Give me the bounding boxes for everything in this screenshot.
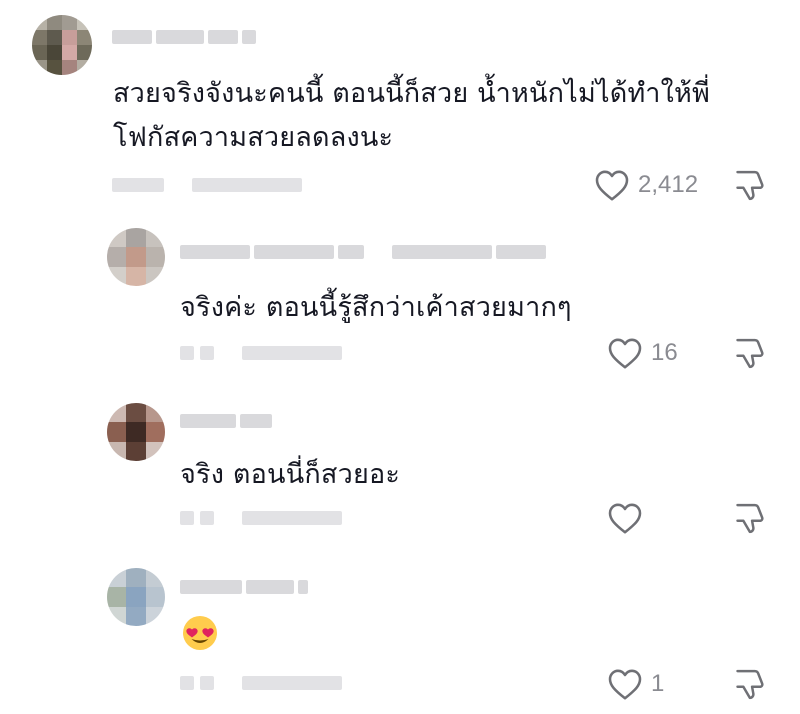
comment-text-line: จริง ตอนนี่ก็สวยอะ — [180, 459, 401, 490]
comment-meta-blurred — [112, 178, 302, 192]
like-count: 16 — [651, 339, 678, 366]
avatar[interactable] — [32, 15, 92, 75]
username-blurred[interactable] — [112, 30, 256, 44]
comment-meta-blurred — [180, 346, 342, 360]
heart-eyes-emoji — [182, 615, 218, 651]
comment-meta-blurred — [180, 511, 342, 525]
comment-meta-blurred — [180, 676, 342, 690]
reply-item: จริงค่ะ ตอนนี้รู้สึกว่าเค้าสวยมากๆ 16 — [0, 215, 800, 380]
avatar[interactable] — [107, 228, 165, 286]
thumbs-down-icon — [736, 170, 764, 201]
comment-text-line: โฟกัสความสวยลดลงนะ — [113, 122, 394, 153]
avatar[interactable] — [107, 568, 165, 626]
like-button[interactable]: 2,412 — [594, 168, 698, 202]
comment-text: สวยจริงจังนะคนนี้ ตอนนี้ก็สวย น้ำหนักไม่… — [113, 72, 710, 160]
comment-text-line: สวยจริงจังนะคนนี้ ตอนนี้ก็สวย น้ำหนักไม่… — [113, 78, 710, 109]
heart-icon — [608, 503, 642, 534]
comment-text: จริงค่ะ ตอนนี้รู้สึกว่าเค้าสวยมากๆ — [180, 286, 572, 330]
like-button[interactable] — [607, 501, 651, 535]
avatar[interactable] — [107, 403, 165, 461]
thumbs-down-icon — [736, 338, 764, 369]
dislike-button[interactable] — [733, 336, 767, 376]
username-blurred[interactable] — [180, 580, 308, 594]
dislike-button[interactable] — [733, 501, 767, 541]
dislike-button[interactable] — [733, 168, 767, 208]
like-button[interactable]: 16 — [607, 336, 678, 370]
thumbs-down-icon — [736, 503, 764, 534]
username-blurred[interactable] — [180, 414, 272, 428]
thumbs-down-icon — [736, 669, 764, 700]
like-button[interactable]: 1 — [607, 667, 664, 701]
like-count: 2,412 — [638, 171, 699, 198]
heart-icon — [608, 338, 642, 369]
reply-item: 1 — [0, 550, 800, 714]
heart-icon — [595, 170, 629, 201]
comment-item: สวยจริงจังนะคนนี้ ตอนนี้ก็สวย น้ำหนักไม่… — [0, 0, 800, 215]
like-count: 1 — [651, 670, 665, 697]
comment-text: จริง ตอนนี่ก็สวยอะ — [180, 453, 400, 497]
username-blurred[interactable] — [180, 245, 546, 259]
reply-item: จริง ตอนนี่ก็สวยอะ — [0, 380, 800, 550]
dislike-button[interactable] — [733, 667, 767, 707]
comment-text-line: จริงค่ะ ตอนนี้รู้สึกว่าเค้าสวยมากๆ — [180, 292, 572, 323]
heart-icon — [608, 669, 642, 700]
